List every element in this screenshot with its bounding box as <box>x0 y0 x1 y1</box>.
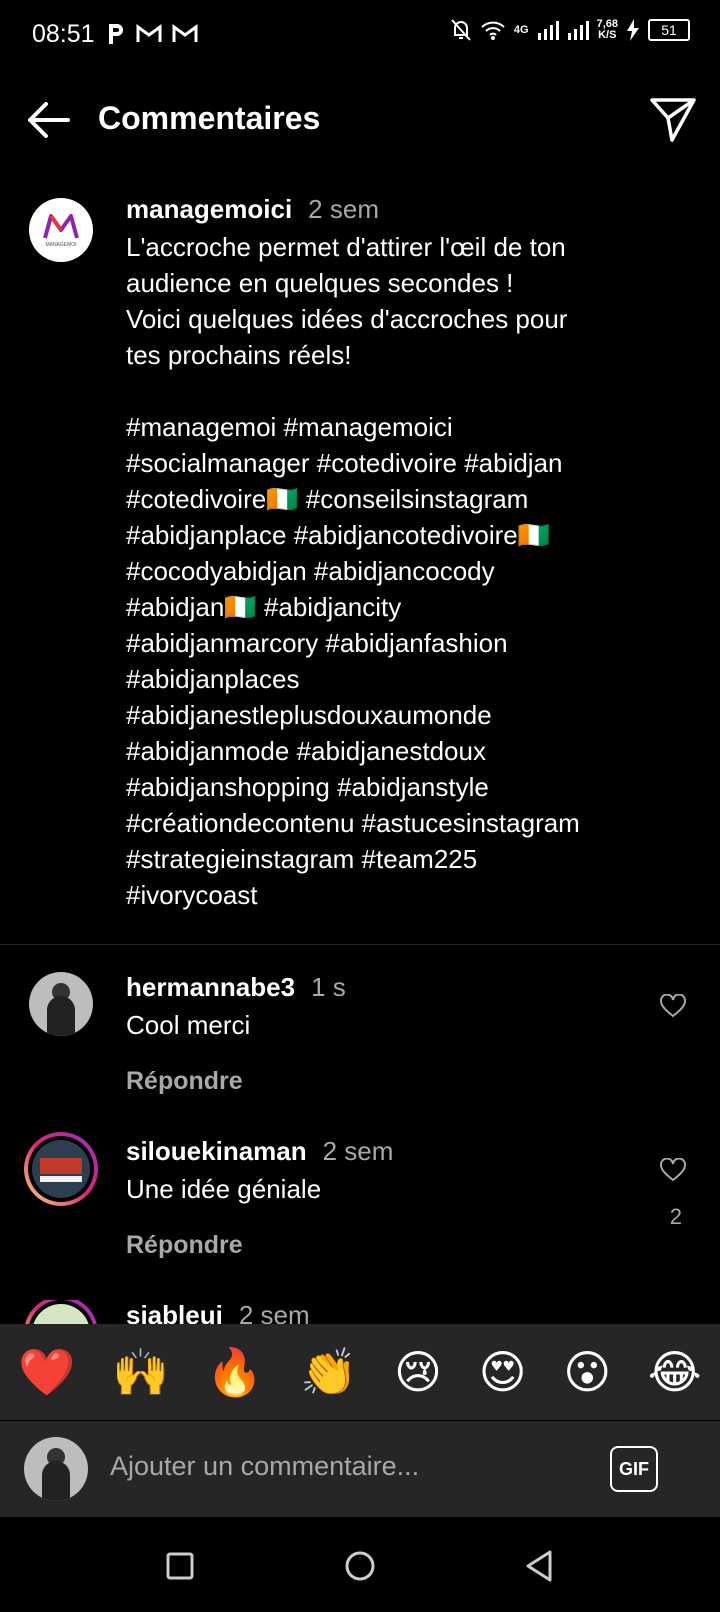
username[interactable]: silouekinaman <box>126 1136 307 1166</box>
reply-button[interactable]: Répondre <box>126 1067 346 1096</box>
timestamp: 2 sem <box>322 1136 394 1166</box>
reply-button[interactable]: Répondre <box>126 1231 393 1260</box>
hashtag-line[interactable]: #socialmanager #cotedivoire #abidjan <box>126 445 646 481</box>
avatar[interactable] <box>24 1300 98 1324</box>
heart-icon[interactable] <box>660 994 686 1018</box>
comment-input-bar: Ajouter un commentaire... GIF <box>0 1421 720 1517</box>
avatar-logo-text: MANAGEMOI <box>45 242 77 248</box>
caption-line: tes prochains réels! <box>126 340 352 370</box>
battery-indicator: 51 <box>648 19 690 41</box>
system-nav-bar <box>0 1518 720 1612</box>
back-arrow-icon[interactable] <box>24 98 72 142</box>
like-count: 2 <box>669 1204 682 1229</box>
comment-body: siableui 2 sem <box>126 1300 310 1324</box>
emoji-button[interactable]: 😂 <box>648 1349 702 1395</box>
system-icons: 4G 7,68 K/S 51 <box>450 18 690 42</box>
heart-icon[interactable] <box>660 1158 686 1182</box>
caption-line: audience en quelques secondes ! <box>126 268 514 298</box>
emoji-button[interactable]: 🔥 <box>206 1349 263 1395</box>
managemoi-logo-icon <box>43 214 79 239</box>
p-icon <box>109 24 123 44</box>
page-title: Commentaires <box>98 100 321 136</box>
comment-body: hermannabe3 1 s Cool merci Répondre <box>126 972 346 1096</box>
avatar[interactable] <box>29 972 93 1036</box>
hashtag-line[interactable]: #ivorycoast <box>126 877 646 913</box>
hashtag-line[interactable]: #abidjanplace #abidjancotedivoire🇨🇮 <box>126 517 646 553</box>
emoji-button[interactable]: 👏 <box>300 1349 357 1395</box>
hashtag-line[interactable]: #cocodyabidjan #abidjancocody <box>126 553 646 589</box>
emoji-button[interactable]: 😮 <box>563 1349 611 1395</box>
comment-item: silouekinaman 2 sem Une idée géniale Répo… <box>0 1132 720 1259</box>
signal-icon <box>537 21 559 40</box>
header: Commentaires <box>0 90 720 150</box>
bell-muted-icon <box>451 19 471 41</box>
emoji-button[interactable]: 🙌 <box>112 1349 169 1395</box>
hashtag-line[interactable]: #managemoi #managemoici <box>126 409 646 445</box>
caption-line: Voici quelques idées d'accroches pour <box>126 304 568 334</box>
person-icon <box>42 1448 70 1501</box>
story-thumbnail <box>32 1140 90 1198</box>
hashtag-line[interactable]: #créationdecontenu #astucesinstagram <box>126 805 646 841</box>
username[interactable]: siableui <box>126 1300 223 1324</box>
network-type: 4G <box>513 23 529 36</box>
caption-text: L'accroche permet d'attirer l'œil de ton… <box>126 229 646 913</box>
status-time: 08:51 <box>32 20 95 48</box>
emoji-reaction-bar: ❤️ 🙌 🔥 👏 😢 😍 😮 😂 <box>0 1324 720 1420</box>
back-icon[interactable] <box>520 1546 560 1586</box>
comment-input[interactable]: Ajouter un commentaire... <box>110 1451 419 1482</box>
send-icon[interactable] <box>648 94 698 144</box>
hashtag-line[interactable]: #abidjanplaces <box>126 661 646 697</box>
emoji-button[interactable]: 😢 <box>394 1349 442 1395</box>
hashtag-line[interactable]: #abidjanshopping #abidjanstyle <box>126 769 646 805</box>
hashtag-line[interactable]: #strategieinstagram #team225 <box>126 841 646 877</box>
avatar[interactable]: MANAGEMOI <box>29 198 93 262</box>
comment-body: silouekinaman 2 sem Une idée géniale Répo… <box>126 1136 393 1260</box>
wifi-icon <box>481 21 505 40</box>
charging-icon <box>627 19 639 41</box>
hashtag-line[interactable]: #abidjanmode #abidjanestdoux <box>126 733 646 769</box>
emoji-button[interactable]: 😍 <box>479 1349 527 1395</box>
person-icon <box>47 983 75 1036</box>
divider <box>0 944 720 945</box>
caption-body: managemoici 2 sem L'accroche permet d'att… <box>126 194 646 913</box>
comment-text: Une idée géniale <box>126 1174 322 1204</box>
hashtag-line[interactable]: #abidjan🇨🇮 #abidjancity <box>126 589 646 625</box>
hashtag-line[interactable]: #abidjanestleplusdouxaumonde <box>126 697 646 733</box>
timestamp: 2 sem <box>308 194 379 224</box>
notification-icons <box>106 22 198 46</box>
network-speed: 7,68 K/S <box>597 19 618 41</box>
avatar <box>24 1437 88 1501</box>
caption-line: L'accroche permet d'attirer l'œil de ton <box>126 232 566 262</box>
hashtag-line[interactable]: #cotedivoire🇨🇮 #conseilsinstagram <box>126 481 646 517</box>
timestamp: 2 sem <box>238 1300 310 1324</box>
emoji-button[interactable]: ❤️ <box>18 1349 75 1395</box>
comment-text: Cool merci <box>126 1010 251 1040</box>
hashtag-line[interactable]: #abidjanmarcory #abidjanfashion <box>126 625 646 661</box>
avatar[interactable] <box>24 1132 98 1206</box>
speed-unit: K/S <box>598 29 617 41</box>
signal-icon <box>567 21 589 40</box>
home-icon[interactable] <box>340 1546 380 1586</box>
comment-item: hermannabe3 1 s Cool merci Répondre <box>0 972 720 1095</box>
username[interactable]: hermannabe3 <box>126 972 295 1002</box>
gmail-icon <box>136 24 162 42</box>
status-bar: 08:51 4G 7,68 K/S 51 <box>0 0 720 72</box>
gmail-icon <box>172 24 198 42</box>
comment-item: siableui 2 sem <box>0 1300 720 1324</box>
gif-button[interactable]: GIF <box>610 1446 658 1492</box>
recent-apps-icon[interactable] <box>160 1546 200 1586</box>
username[interactable]: managemoici <box>126 194 292 224</box>
timestamp: 1 s <box>311 972 346 1002</box>
